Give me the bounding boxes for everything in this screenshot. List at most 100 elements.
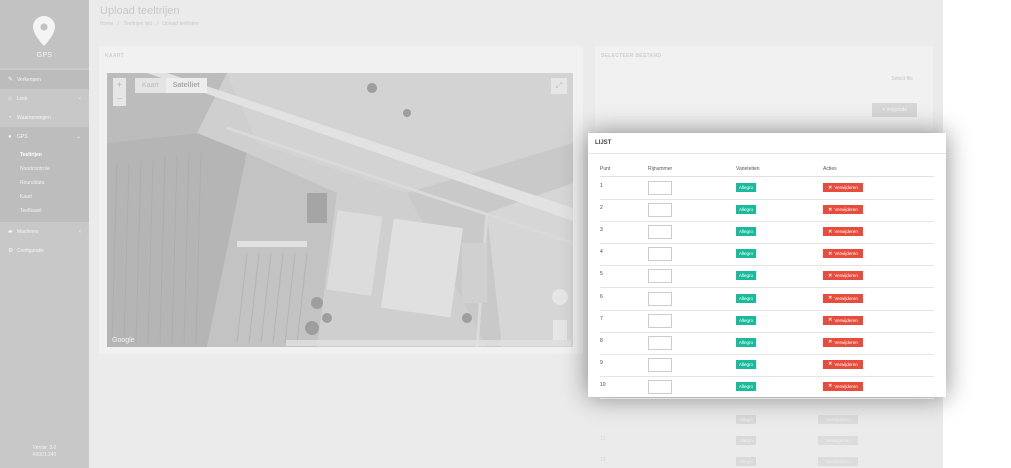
variety-badge[interactable]: Allegro [736,205,757,215]
sidebar-item-waarnemingen[interactable]: ◔ Waarnemingen [0,108,89,127]
map-type-satelliet[interactable]: Satelliet [165,78,207,93]
variety-badge[interactable]: Allegro [736,359,757,369]
row-number-input[interactable] [648,181,672,195]
row-number-input[interactable] [648,291,672,306]
delete-button[interactable]: ✕ Verwijderen [823,293,863,303]
close-icon: ✕ [828,339,833,346]
row-number-input[interactable] [648,225,672,240]
row-point: 7 [600,315,603,322]
row-point: 12 [600,436,606,442]
sidebar-item-lock[interactable]: ⌂ Lock ‹ [0,89,89,108]
zoom-out-button[interactable]: − [113,92,126,106]
variety-badge[interactable]: Allegro [736,293,757,303]
sidebar-nav: ✎ Verkenpen ⌂ Lock ‹ ◔ Waarnemingen ● GP… [0,70,89,260]
delete-button[interactable]: ✕ Verwijderen [823,381,863,391]
close-icon: ✕ [828,361,833,368]
delete-label: Verwijderen [834,207,858,213]
sidebar-subitem-rounddata[interactable]: Rounddata [0,176,89,190]
close-icon: ✕ [828,383,833,390]
variety-badge[interactable]: Allegro [736,315,757,325]
delete-button[interactable]: ✕ Verwijderen [823,249,863,259]
delete-button[interactable]: ✕ Verwijderen [823,271,863,281]
table-row-faded: 12 Allegro Verwijderen [600,431,935,453]
close-icon: ✕ [828,295,833,301]
close-icon: ✕ [828,228,833,235]
rotate-control-icon[interactable] [552,289,568,305]
sidebar-item-verkenpen[interactable]: ✎ Verkenpen [0,70,89,89]
variety-badge: Allegro [736,415,757,424]
table-header: Punt Rijnummer Varieteiten Acties [600,166,934,177]
chevron-down-icon: ⌄ [75,134,81,140]
delete-button[interactable]: ✕ Verwijderen [823,227,863,237]
close-icon: ✕ [828,206,833,213]
sidebar-subitem-teeltrijen[interactable]: Teeltrijen [0,148,89,162]
row-number-input[interactable] [648,357,672,372]
row-number-input[interactable] [648,313,672,328]
next-button[interactable]: > Volgende [872,103,917,117]
table-row: 2 Allegro ✕ Verwijderen [600,200,934,223]
sidebar-item-machines[interactable]: ▰ Machines ‹ [0,222,89,241]
breadcrumb-separator: / [156,21,158,27]
variety-badge[interactable]: Allegro [736,381,757,391]
map-card-title: KAART [105,53,124,59]
row-number-input[interactable] [648,247,672,262]
variety-badge: Allegro [736,436,757,445]
row-number-input[interactable] [648,203,672,218]
select-file-input[interactable]: Select file [891,76,913,82]
page-title: Upload teeltrijen [100,5,180,17]
delete-button[interactable]: ✕ Verwijderen [823,315,863,325]
row-point: 4 [600,249,603,256]
brand[interactable]: GPS [0,0,89,68]
variety-badge[interactable]: Allegro [736,227,757,237]
map-attribution [286,340,571,346]
breadcrumb-teeltrijen-lijst[interactable]: Teeltrijen lijst [123,21,152,27]
breadcrumb-home[interactable]: Home [100,21,113,27]
street-view-pegman-icon[interactable] [553,320,567,340]
map-type-kaart[interactable]: Kaart [135,78,166,93]
table-row-faded: 13 Allegro Verwijderen [600,452,935,468]
close-icon: ✕ [828,317,833,324]
close-icon: ✕ [828,272,833,279]
sidebar-item-gps[interactable]: ● GPS ⌄ [0,127,89,146]
map-marker-icon: ● [8,133,12,140]
table-row: 10 Allegro ✕ Verwijderen [600,377,934,399]
zoom-control: + − [113,78,126,106]
row-number-input[interactable] [648,335,672,350]
row-number-input[interactable] [648,379,672,394]
delete-button[interactable]: ✕ Verwijderen [823,183,863,192]
column-varieteiten: Varieteiten [736,166,760,172]
sidebar-subitem-teeltkaart[interactable]: Teeltkaart [0,204,89,218]
delete-button[interactable]: ✕ Verwijderen [823,359,863,369]
sidebar-subitem-noodcontrole[interactable]: Noodcontrole [0,162,89,176]
delete-label: Verwijderen [834,361,858,367]
sidebar-item-label: Machines [17,228,39,235]
sidebar: GPS ✎ Verkenpen ⌂ Lock ‹ ◔ Waarnemingen … [0,0,89,468]
sidebar-subitem-kaart[interactable]: Kaart [0,190,89,204]
sidebar-item-configuratie[interactable]: ⚙ Configuratie [0,241,89,260]
delete-button: Verwijderen [818,457,858,466]
table-row: 6 Allegro ✕ Verwijderen [600,289,934,311]
fullscreen-icon[interactable]: ⤢ [551,78,567,94]
column-rijnummer: Rijnummer [648,166,673,172]
satellite-map[interactable]: + − Kaart Satelliet ⤢ Google [107,73,573,347]
variety-badge[interactable]: Allegro [736,337,757,347]
row-point: 8 [600,337,603,344]
variety-badge[interactable]: Allegro [736,249,757,259]
variety-badge[interactable]: Allegro [736,183,757,192]
table-row: 3 Allegro ✕ Verwijderen [600,222,934,245]
google-logo: Google [112,337,135,344]
variety-badge[interactable]: Allegro [736,271,757,281]
row-point: 13 [600,457,606,463]
breadcrumb-separator: / [117,21,120,27]
row-point: 6 [600,293,603,300]
table-row: 5 Allegro ✕ Verwijderen [600,266,934,289]
close-icon: ✕ [828,184,833,191]
delete-button[interactable]: ✕ Verwijderen [823,205,863,215]
delete-button[interactable]: ✕ Verwijderen [823,337,863,347]
table-row: 4 Allegro ✕ Verwijderen [600,244,934,267]
row-point: 2 [600,205,603,212]
zoom-in-button[interactable]: + [113,78,126,92]
sidebar-item-label: GPS [17,133,28,140]
column-acties: Acties [823,166,837,172]
row-number-input[interactable] [648,269,672,284]
